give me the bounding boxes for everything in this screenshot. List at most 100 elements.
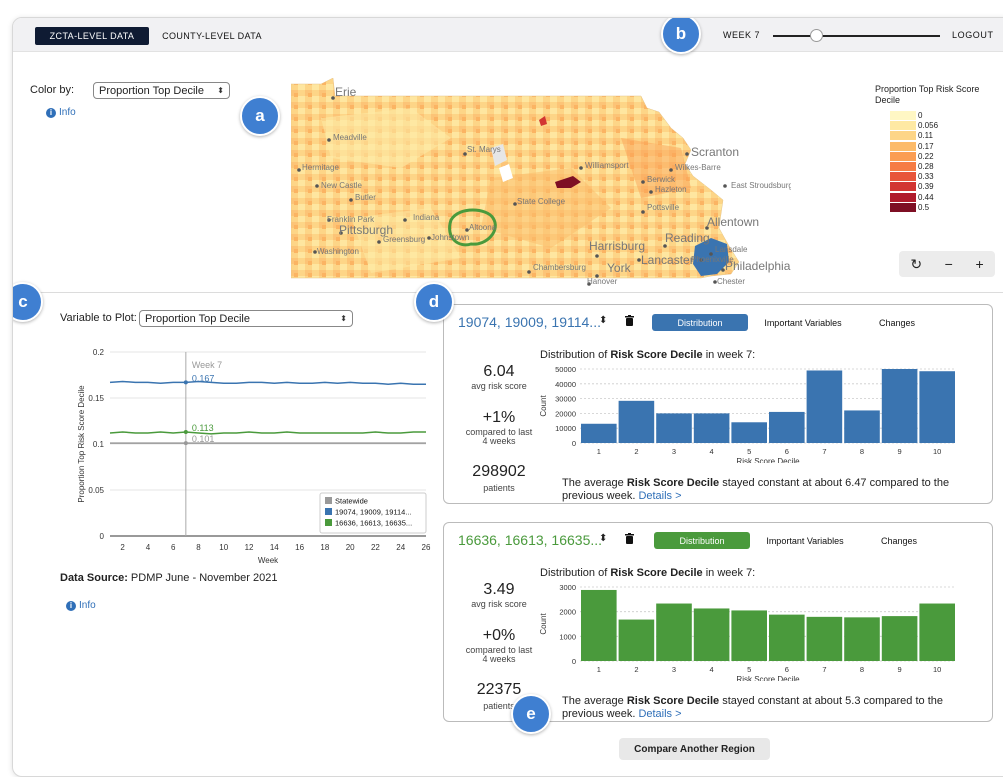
tab-county-level[interactable]: COUNTY-LEVEL DATA bbox=[157, 27, 267, 45]
trash-icon[interactable] bbox=[625, 315, 634, 326]
trash-icon[interactable] bbox=[625, 533, 634, 544]
y-tick-label: 2000 bbox=[559, 608, 576, 617]
distribution-bar[interactable] bbox=[693, 608, 730, 661]
variable-to-plot-label: Variable to Plot: bbox=[60, 312, 137, 324]
legend-item: 0.39 bbox=[890, 182, 934, 192]
summary-text: The average Risk Score Decile stayed con… bbox=[562, 695, 943, 720]
legend-series-label: 19074, 19009, 19114... bbox=[335, 508, 412, 517]
distribution-bar[interactable] bbox=[618, 619, 655, 661]
color-by-select[interactable]: Proportion Top Decile ⬍ bbox=[93, 82, 230, 99]
series-marker-point bbox=[183, 380, 188, 385]
y-tick-label: 0 bbox=[100, 532, 105, 541]
tab-changes[interactable]: Changes bbox=[864, 314, 930, 331]
distribution-bar[interactable] bbox=[581, 423, 617, 443]
distribution-bar[interactable] bbox=[693, 413, 730, 443]
svg-text:State College: State College bbox=[517, 197, 566, 206]
series-line bbox=[109, 431, 426, 435]
legend-label: 0.22 bbox=[918, 151, 934, 161]
tab-distribution[interactable]: Distribution bbox=[652, 314, 748, 331]
logout-button[interactable]: LOGOUT bbox=[952, 30, 994, 40]
svg-text:Washington: Washington bbox=[317, 247, 359, 256]
svg-text:St. Marys: St. Marys bbox=[467, 145, 501, 154]
distribution-bar[interactable] bbox=[731, 422, 767, 443]
pennsylvania-choropleth-map[interactable]: Erie Meadville Hermitage New Castle Butl… bbox=[291, 78, 791, 294]
svg-text:Wilkes-Barre: Wilkes-Barre bbox=[675, 163, 721, 172]
distribution-bar[interactable] bbox=[881, 616, 918, 661]
reset-view-icon[interactable]: ↻ bbox=[910, 256, 922, 273]
zoom-in-button[interactable]: + bbox=[975, 256, 983, 272]
sort-icon[interactable]: ⬍ bbox=[599, 315, 607, 326]
sort-icon[interactable]: ⬍ bbox=[599, 533, 607, 544]
y-tick-label: 0.15 bbox=[88, 394, 104, 403]
y-tick-label: 0 bbox=[572, 439, 576, 448]
annotation-badge-c: c bbox=[13, 282, 43, 322]
legend-swatch bbox=[325, 519, 332, 526]
x-tick-label: 16 bbox=[295, 543, 304, 552]
distribution-bar-chart: 0 10000 20000 30000 40000 50000 Count 1 2 3 4 5 6 7 8 9… bbox=[540, 365, 956, 463]
distribution-bar[interactable] bbox=[618, 400, 655, 443]
color-by-label: Color by: bbox=[30, 84, 75, 96]
data-info-label: Info bbox=[79, 600, 96, 611]
avg-risk-value: 3.49 bbox=[483, 581, 515, 598]
compare-another-region-button[interactable]: Compare Another Region bbox=[619, 738, 770, 760]
x-tick-label: 10 bbox=[933, 447, 941, 456]
details-link[interactable]: Details > bbox=[638, 490, 681, 502]
tab-distribution[interactable]: Distribution bbox=[654, 532, 750, 549]
data-source-value: PDMP June - November 2021 bbox=[130, 572, 278, 584]
tab-changes[interactable]: Changes bbox=[866, 532, 932, 549]
distribution-bar[interactable] bbox=[919, 603, 955, 661]
svg-text:East Stroudsburg: East Stroudsburg bbox=[731, 181, 791, 190]
x-tick-label: 1 bbox=[597, 447, 601, 456]
patients-label: patients bbox=[483, 483, 515, 493]
distribution-bar[interactable] bbox=[581, 589, 617, 661]
tab-important-variables[interactable]: Important Variables bbox=[758, 532, 852, 549]
details-link[interactable]: Details > bbox=[638, 708, 681, 720]
x-tick-label: 1 bbox=[597, 665, 601, 674]
app-window: ZCTA-LEVEL DATA COUNTY-LEVEL DATA WEEK 7… bbox=[12, 17, 1003, 777]
legend-swatch bbox=[325, 497, 332, 504]
distribution-bar[interactable] bbox=[806, 370, 843, 443]
svg-text:Lancaster: Lancaster bbox=[641, 253, 694, 267]
x-tick-label: 2 bbox=[634, 447, 638, 456]
distribution-bar[interactable] bbox=[731, 610, 767, 661]
legend-swatch bbox=[890, 121, 916, 131]
x-tick-label: 14 bbox=[270, 543, 279, 552]
legend-item: 0.5 bbox=[890, 202, 929, 212]
x-tick-label: 3 bbox=[672, 447, 676, 456]
y-tick-label: 3000 bbox=[559, 583, 576, 592]
week-marker-label: Week 7 bbox=[192, 360, 222, 370]
data-info-link[interactable]: i Info bbox=[66, 600, 96, 611]
x-tick-label: 18 bbox=[320, 543, 329, 552]
distribution-bar[interactable] bbox=[844, 410, 880, 443]
variable-to-plot-select[interactable]: Proportion Top Decile ⬍ bbox=[139, 310, 353, 327]
week-slider-track[interactable] bbox=[773, 35, 940, 37]
map-controls: ↻ − + bbox=[899, 251, 995, 277]
tab-important-variables[interactable]: Important Variables bbox=[756, 314, 850, 331]
x-tick-label: 4 bbox=[146, 543, 151, 552]
distribution-bar[interactable] bbox=[656, 603, 692, 661]
distribution-bar[interactable] bbox=[769, 411, 805, 443]
distribution-bar[interactable] bbox=[769, 614, 805, 661]
svg-text:Meadville: Meadville bbox=[333, 133, 367, 142]
distribution-bar[interactable] bbox=[806, 616, 843, 661]
x-tick-label: 4 bbox=[710, 665, 714, 674]
week-slider-thumb[interactable] bbox=[810, 29, 823, 42]
tab-zcta-level[interactable]: ZCTA-LEVEL DATA bbox=[35, 27, 149, 45]
region-title[interactable]: 16636, 16613, 16635... bbox=[458, 532, 602, 548]
distribution-bar[interactable] bbox=[844, 617, 880, 661]
distribution-bar[interactable] bbox=[919, 371, 955, 443]
y-tick-label: 0.2 bbox=[93, 348, 105, 357]
zoom-out-button[interactable]: − bbox=[945, 256, 953, 272]
region-title[interactable]: 19074, 19009, 19114... bbox=[458, 314, 601, 330]
region-card-blue: 19074, 19009, 19114... ⬍ Distribution Im… bbox=[443, 304, 993, 504]
legend-label: 0.44 bbox=[918, 192, 934, 202]
svg-text:Harrisburg: Harrisburg bbox=[589, 239, 645, 253]
map-info-link[interactable]: i Info bbox=[46, 107, 76, 118]
distribution-bar[interactable] bbox=[881, 369, 918, 443]
legend-swatch bbox=[890, 111, 916, 120]
x-tick-label: 7 bbox=[822, 447, 826, 456]
distribution-bar[interactable] bbox=[656, 413, 692, 443]
x-tick-label: 7 bbox=[822, 665, 826, 674]
legend-swatch bbox=[890, 162, 916, 171]
svg-text:Philadelphia: Philadelphia bbox=[725, 259, 791, 273]
